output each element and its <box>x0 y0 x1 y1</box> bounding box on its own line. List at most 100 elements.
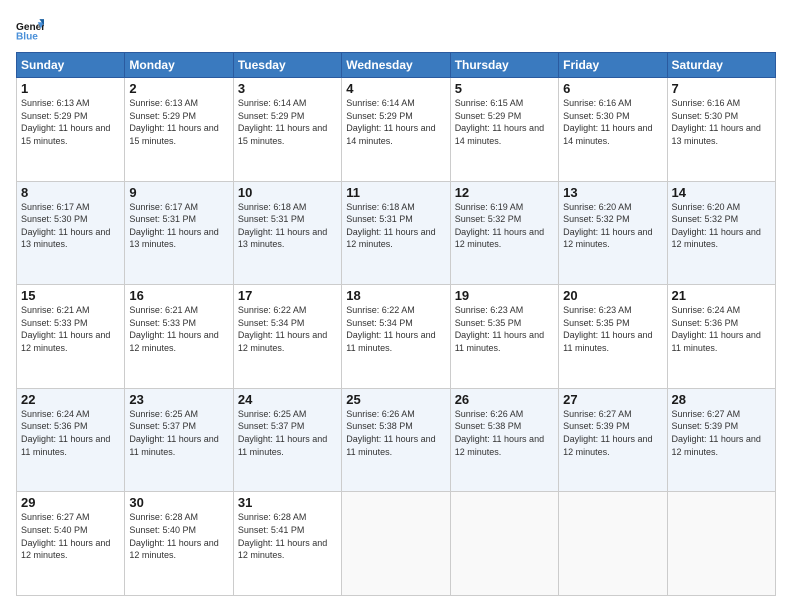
table-row: 29 Sunrise: 6:27 AM Sunset: 5:40 PM Dayl… <box>17 492 125 596</box>
day-info: Sunrise: 6:19 AM Sunset: 5:32 PM Dayligh… <box>455 201 554 251</box>
calendar-week-row: 8 Sunrise: 6:17 AM Sunset: 5:30 PM Dayli… <box>17 181 776 285</box>
day-info: Sunrise: 6:22 AM Sunset: 5:34 PM Dayligh… <box>238 304 337 354</box>
col-saturday: Saturday <box>667 53 775 78</box>
calendar-week-row: 1 Sunrise: 6:13 AM Sunset: 5:29 PM Dayli… <box>17 78 776 182</box>
day-info: Sunrise: 6:18 AM Sunset: 5:31 PM Dayligh… <box>238 201 337 251</box>
table-row: 12 Sunrise: 6:19 AM Sunset: 5:32 PM Dayl… <box>450 181 558 285</box>
day-info: Sunrise: 6:28 AM Sunset: 5:41 PM Dayligh… <box>238 511 337 561</box>
logo: General Blue <box>16 16 50 44</box>
day-number: 19 <box>455 288 554 303</box>
table-row: 15 Sunrise: 6:21 AM Sunset: 5:33 PM Dayl… <box>17 285 125 389</box>
day-info: Sunrise: 6:17 AM Sunset: 5:31 PM Dayligh… <box>129 201 228 251</box>
day-number: 29 <box>21 495 120 510</box>
table-row: 26 Sunrise: 6:26 AM Sunset: 5:38 PM Dayl… <box>450 388 558 492</box>
day-number: 22 <box>21 392 120 407</box>
general-blue-logo-icon: General Blue <box>16 16 44 44</box>
day-number: 17 <box>238 288 337 303</box>
table-row: 28 Sunrise: 6:27 AM Sunset: 5:39 PM Dayl… <box>667 388 775 492</box>
day-number: 23 <box>129 392 228 407</box>
col-sunday: Sunday <box>17 53 125 78</box>
table-row: 6 Sunrise: 6:16 AM Sunset: 5:30 PM Dayli… <box>559 78 667 182</box>
day-info: Sunrise: 6:24 AM Sunset: 5:36 PM Dayligh… <box>672 304 771 354</box>
day-info: Sunrise: 6:15 AM Sunset: 5:29 PM Dayligh… <box>455 97 554 147</box>
calendar-week-row: 22 Sunrise: 6:24 AM Sunset: 5:36 PM Dayl… <box>17 388 776 492</box>
day-number: 24 <box>238 392 337 407</box>
table-row <box>667 492 775 596</box>
day-number: 13 <box>563 185 662 200</box>
table-row <box>450 492 558 596</box>
col-friday: Friday <box>559 53 667 78</box>
day-info: Sunrise: 6:26 AM Sunset: 5:38 PM Dayligh… <box>346 408 445 458</box>
day-info: Sunrise: 6:20 AM Sunset: 5:32 PM Dayligh… <box>563 201 662 251</box>
col-monday: Monday <box>125 53 233 78</box>
table-row: 21 Sunrise: 6:24 AM Sunset: 5:36 PM Dayl… <box>667 285 775 389</box>
day-number: 16 <box>129 288 228 303</box>
day-number: 18 <box>346 288 445 303</box>
day-info: Sunrise: 6:13 AM Sunset: 5:29 PM Dayligh… <box>129 97 228 147</box>
day-number: 26 <box>455 392 554 407</box>
day-info: Sunrise: 6:21 AM Sunset: 5:33 PM Dayligh… <box>129 304 228 354</box>
col-tuesday: Tuesday <box>233 53 341 78</box>
table-row: 17 Sunrise: 6:22 AM Sunset: 5:34 PM Dayl… <box>233 285 341 389</box>
table-row: 1 Sunrise: 6:13 AM Sunset: 5:29 PM Dayli… <box>17 78 125 182</box>
table-row: 22 Sunrise: 6:24 AM Sunset: 5:36 PM Dayl… <box>17 388 125 492</box>
table-row: 25 Sunrise: 6:26 AM Sunset: 5:38 PM Dayl… <box>342 388 450 492</box>
table-row: 31 Sunrise: 6:28 AM Sunset: 5:41 PM Dayl… <box>233 492 341 596</box>
day-number: 11 <box>346 185 445 200</box>
calendar-header-row: Sunday Monday Tuesday Wednesday Thursday… <box>17 53 776 78</box>
table-row: 18 Sunrise: 6:22 AM Sunset: 5:34 PM Dayl… <box>342 285 450 389</box>
day-info: Sunrise: 6:27 AM Sunset: 5:40 PM Dayligh… <box>21 511 120 561</box>
calendar-table: Sunday Monday Tuesday Wednesday Thursday… <box>16 52 776 596</box>
day-number: 10 <box>238 185 337 200</box>
day-info: Sunrise: 6:14 AM Sunset: 5:29 PM Dayligh… <box>346 97 445 147</box>
day-info: Sunrise: 6:13 AM Sunset: 5:29 PM Dayligh… <box>21 97 120 147</box>
day-info: Sunrise: 6:25 AM Sunset: 5:37 PM Dayligh… <box>129 408 228 458</box>
header: General Blue <box>16 16 776 44</box>
day-number: 3 <box>238 81 337 96</box>
table-row: 9 Sunrise: 6:17 AM Sunset: 5:31 PM Dayli… <box>125 181 233 285</box>
table-row: 2 Sunrise: 6:13 AM Sunset: 5:29 PM Dayli… <box>125 78 233 182</box>
table-row: 30 Sunrise: 6:28 AM Sunset: 5:40 PM Dayl… <box>125 492 233 596</box>
day-info: Sunrise: 6:23 AM Sunset: 5:35 PM Dayligh… <box>455 304 554 354</box>
day-info: Sunrise: 6:26 AM Sunset: 5:38 PM Dayligh… <box>455 408 554 458</box>
day-number: 8 <box>21 185 120 200</box>
day-number: 4 <box>346 81 445 96</box>
day-number: 14 <box>672 185 771 200</box>
calendar-week-row: 29 Sunrise: 6:27 AM Sunset: 5:40 PM Dayl… <box>17 492 776 596</box>
day-number: 1 <box>21 81 120 96</box>
svg-text:Blue: Blue <box>16 31 38 42</box>
day-info: Sunrise: 6:14 AM Sunset: 5:29 PM Dayligh… <box>238 97 337 147</box>
day-info: Sunrise: 6:28 AM Sunset: 5:40 PM Dayligh… <box>129 511 228 561</box>
table-row: 7 Sunrise: 6:16 AM Sunset: 5:30 PM Dayli… <box>667 78 775 182</box>
table-row: 11 Sunrise: 6:18 AM Sunset: 5:31 PM Dayl… <box>342 181 450 285</box>
table-row: 8 Sunrise: 6:17 AM Sunset: 5:30 PM Dayli… <box>17 181 125 285</box>
day-info: Sunrise: 6:23 AM Sunset: 5:35 PM Dayligh… <box>563 304 662 354</box>
day-number: 20 <box>563 288 662 303</box>
day-number: 7 <box>672 81 771 96</box>
day-number: 15 <box>21 288 120 303</box>
table-row <box>559 492 667 596</box>
day-info: Sunrise: 6:20 AM Sunset: 5:32 PM Dayligh… <box>672 201 771 251</box>
day-number: 30 <box>129 495 228 510</box>
table-row <box>342 492 450 596</box>
page: General Blue Sunday Monday Tuesday Wedne… <box>0 0 792 612</box>
day-number: 25 <box>346 392 445 407</box>
day-info: Sunrise: 6:24 AM Sunset: 5:36 PM Dayligh… <box>21 408 120 458</box>
day-number: 9 <box>129 185 228 200</box>
day-number: 6 <box>563 81 662 96</box>
col-wednesday: Wednesday <box>342 53 450 78</box>
day-info: Sunrise: 6:25 AM Sunset: 5:37 PM Dayligh… <box>238 408 337 458</box>
table-row: 27 Sunrise: 6:27 AM Sunset: 5:39 PM Dayl… <box>559 388 667 492</box>
table-row: 19 Sunrise: 6:23 AM Sunset: 5:35 PM Dayl… <box>450 285 558 389</box>
day-number: 2 <box>129 81 228 96</box>
day-info: Sunrise: 6:27 AM Sunset: 5:39 PM Dayligh… <box>563 408 662 458</box>
day-info: Sunrise: 6:22 AM Sunset: 5:34 PM Dayligh… <box>346 304 445 354</box>
col-thursday: Thursday <box>450 53 558 78</box>
table-row: 10 Sunrise: 6:18 AM Sunset: 5:31 PM Dayl… <box>233 181 341 285</box>
day-info: Sunrise: 6:17 AM Sunset: 5:30 PM Dayligh… <box>21 201 120 251</box>
day-number: 5 <box>455 81 554 96</box>
day-info: Sunrise: 6:21 AM Sunset: 5:33 PM Dayligh… <box>21 304 120 354</box>
table-row: 14 Sunrise: 6:20 AM Sunset: 5:32 PM Dayl… <box>667 181 775 285</box>
day-number: 12 <box>455 185 554 200</box>
table-row: 20 Sunrise: 6:23 AM Sunset: 5:35 PM Dayl… <box>559 285 667 389</box>
